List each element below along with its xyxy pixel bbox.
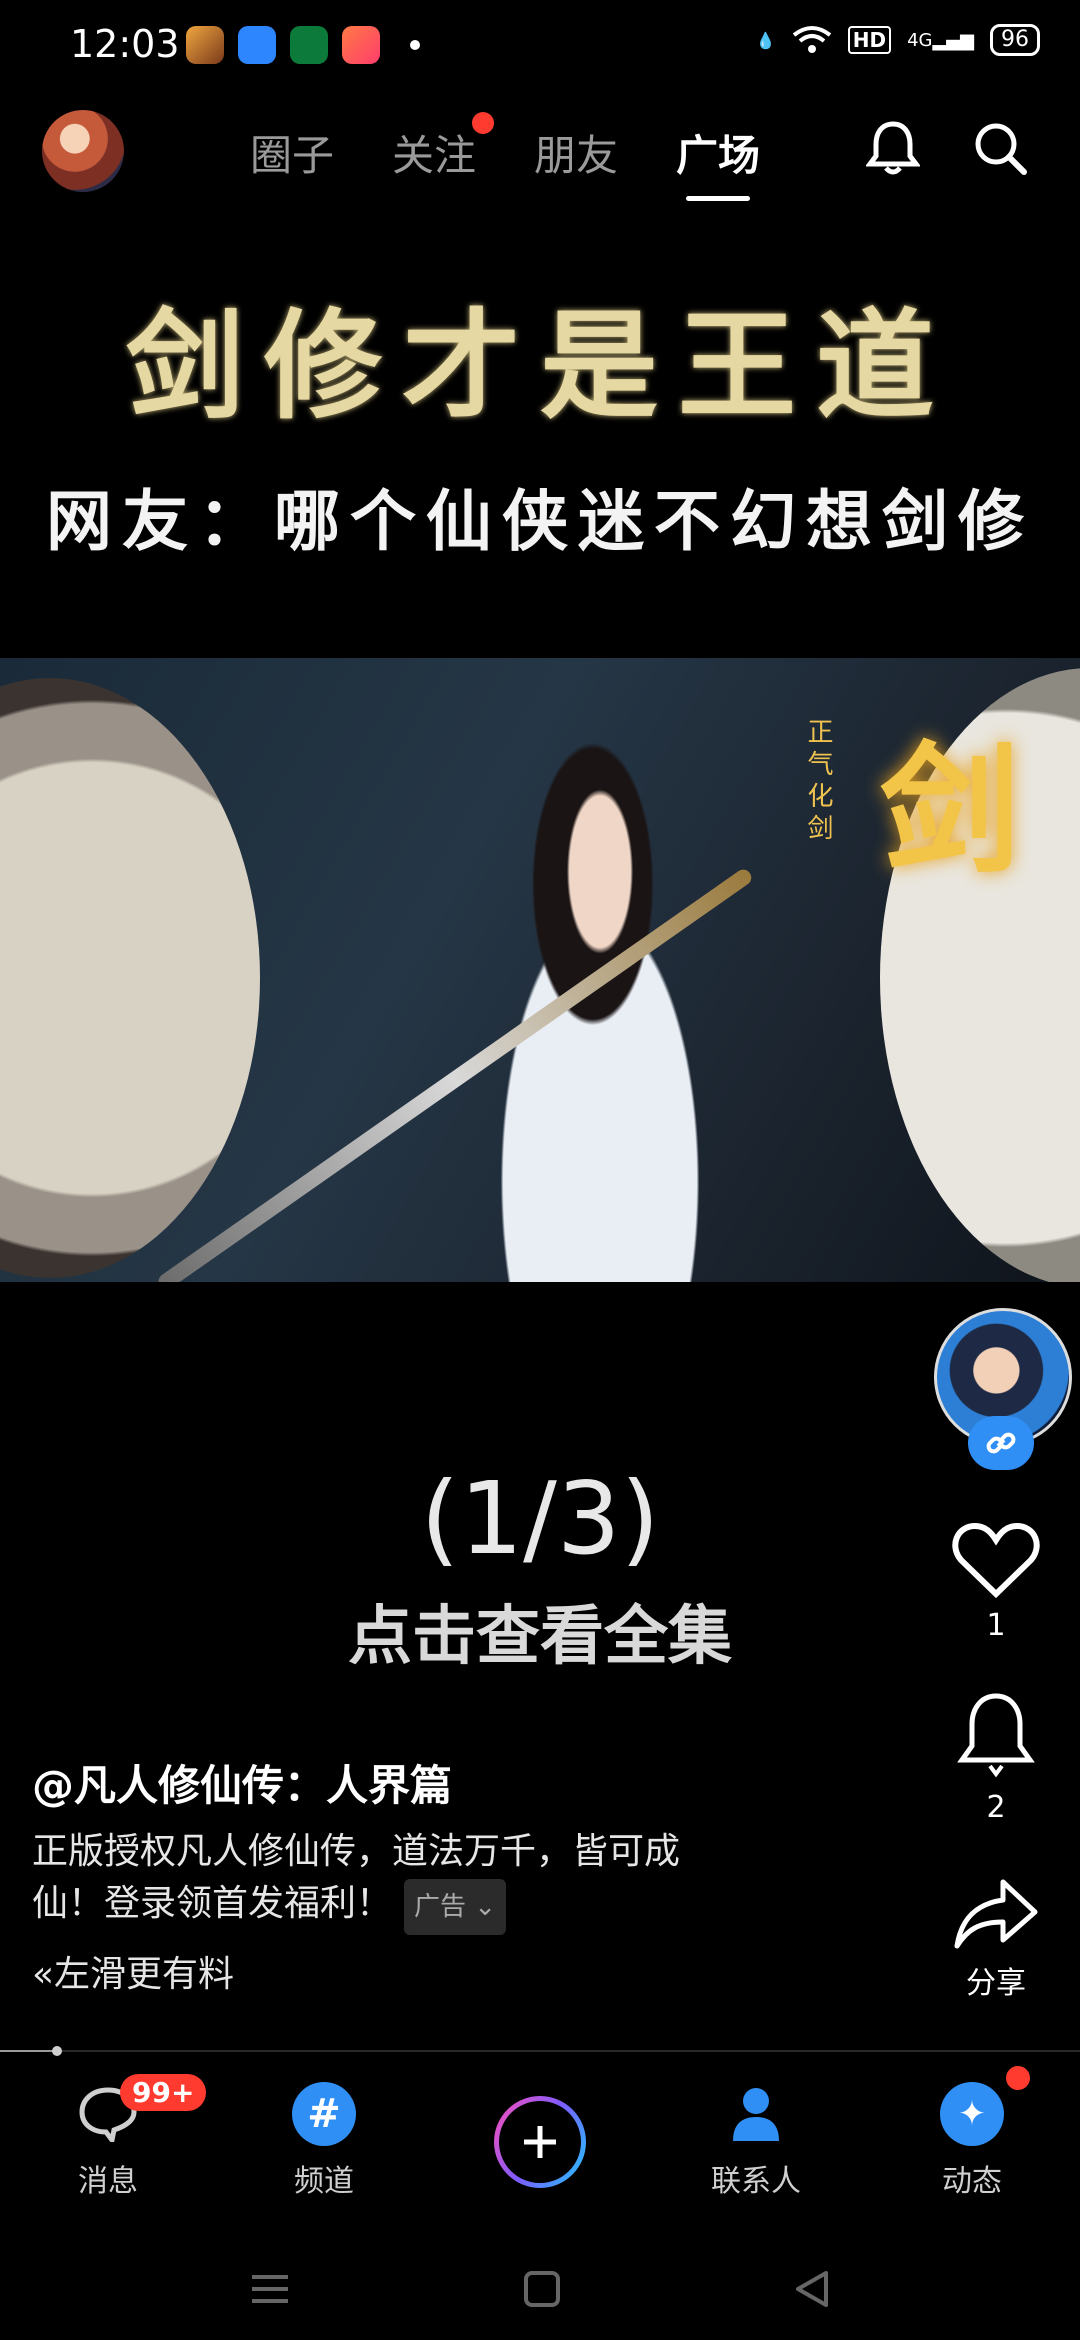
user-avatar[interactable] [42, 110, 124, 192]
hd-icon: HD [847, 26, 892, 54]
comment-bell-icon [957, 1693, 1035, 1778]
search-icon[interactable] [972, 120, 1028, 176]
heart-icon [952, 1522, 1040, 1599]
notification-icons [186, 26, 420, 64]
status-bar: 12:03 💧 HD 4G▂▄▆ 96 [0, 0, 1080, 96]
oppo-app-icon [290, 26, 328, 64]
menu-icon[interactable] [248, 2269, 292, 2309]
sword-calligraphy: 剑 [880, 729, 1021, 893]
swipe-hint[interactable]: «左滑更有料 [32, 1945, 234, 1997]
video-subheadline: 网友：哪个仙侠迷不幻想剑修 [46, 483, 1034, 560]
system-icons: 💧 HD 4G▂▄▆ 96 [756, 24, 1040, 56]
browser-app-icon [238, 26, 276, 64]
frame-vertical-text: 正气化剑 [803, 718, 833, 846]
like-button[interactable]: 1 [940, 1520, 1052, 1643]
tab-following-label: 关注 [392, 131, 477, 180]
nav-messages-label: 消息 [78, 2164, 138, 2199]
data-saver-icon: 💧 [755, 30, 776, 50]
description-text: 正版授权凡人修仙传，道法万千，皆可成仙！登录领首发福利！ [32, 1831, 681, 1924]
progress-handle[interactable] [52, 2046, 62, 2056]
nav-channels-label: 频道 [294, 2164, 354, 2199]
nav-activity[interactable]: ✦ 动态 [872, 2058, 1072, 2200]
tab-circle[interactable]: 圈子 [250, 122, 334, 183]
drum-left [0, 678, 260, 1278]
person-icon [724, 2082, 788, 2146]
activity-dot [1006, 2066, 1030, 2090]
bell-icon[interactable] [866, 118, 920, 178]
nav-contacts[interactable]: 联系人 [656, 2058, 856, 2200]
watch-all-link[interactable]: 点击查看全集 [0, 1585, 1080, 1677]
star-compass-icon: ✦ [940, 2082, 1004, 2146]
wifi-icon [792, 26, 831, 53]
post-description: 正版授权凡人修仙传，道法万千，皆可成仙！登录领首发福利！ 广告 ⌄ [32, 1826, 722, 1935]
home-icon[interactable] [522, 2269, 562, 2309]
more-notifications-icon [410, 40, 420, 50]
messages-badge: 99+ [120, 2074, 207, 2111]
progress-fill [0, 2050, 54, 2052]
nav-messages[interactable]: 99+ 消息 [8, 2058, 208, 2200]
author-handle[interactable]: @凡人修仙传：人界篇 [32, 1752, 452, 1813]
double-chevron-left-icon: « [32, 1954, 55, 1995]
link-icon[interactable] [968, 1416, 1034, 1470]
tab-friends[interactable]: 朋友 [534, 122, 618, 183]
game-app-icon [186, 26, 224, 64]
tab-following[interactable]: 关注 [392, 112, 495, 183]
clock: 12:03 [70, 22, 180, 66]
plus-icon [494, 2096, 586, 2188]
swordswoman-figure [420, 698, 780, 1282]
bottom-nav: 99+ 消息 # 频道 联系人 ✦ 动态 [0, 2058, 1080, 2238]
nav-create[interactable] [440, 2058, 640, 2188]
game-center-icon [342, 26, 380, 64]
nav-activity-label: 动态 [942, 2164, 1002, 2199]
hashtag-icon: # [292, 2082, 356, 2146]
nav-channels[interactable]: # 频道 [224, 2058, 424, 2200]
nav-contacts-label: 联系人 [711, 2164, 801, 2199]
share-label: 分享 [966, 1966, 1026, 2001]
episode-counter[interactable]: (1/3) [0, 1460, 1080, 1577]
ad-tag[interactable]: 广告 ⌄ [404, 1879, 507, 1935]
tab-square[interactable]: 广场 [676, 122, 760, 201]
comment-count: 2 [986, 1790, 1006, 1825]
video-progress-bar[interactable] [0, 2050, 1080, 2052]
video-headline: 剑修才是王道 [125, 296, 954, 435]
signal-icon: 4G▂▄▆ [907, 29, 974, 51]
share-icon [954, 1879, 1038, 1949]
share-button[interactable]: 分享 [940, 1876, 1052, 2002]
comment-button[interactable]: 2 [940, 1690, 1052, 1825]
video-frame[interactable]: 正气化剑 剑 [0, 658, 1080, 1282]
new-dot [472, 112, 495, 134]
battery-icon: 96 [990, 24, 1040, 56]
like-count: 1 [986, 1608, 1006, 1643]
system-nav-bar [0, 2238, 1080, 2340]
back-icon[interactable] [792, 2269, 832, 2309]
top-tabs: 圈子 关注 朋友 广场 [250, 112, 760, 201]
